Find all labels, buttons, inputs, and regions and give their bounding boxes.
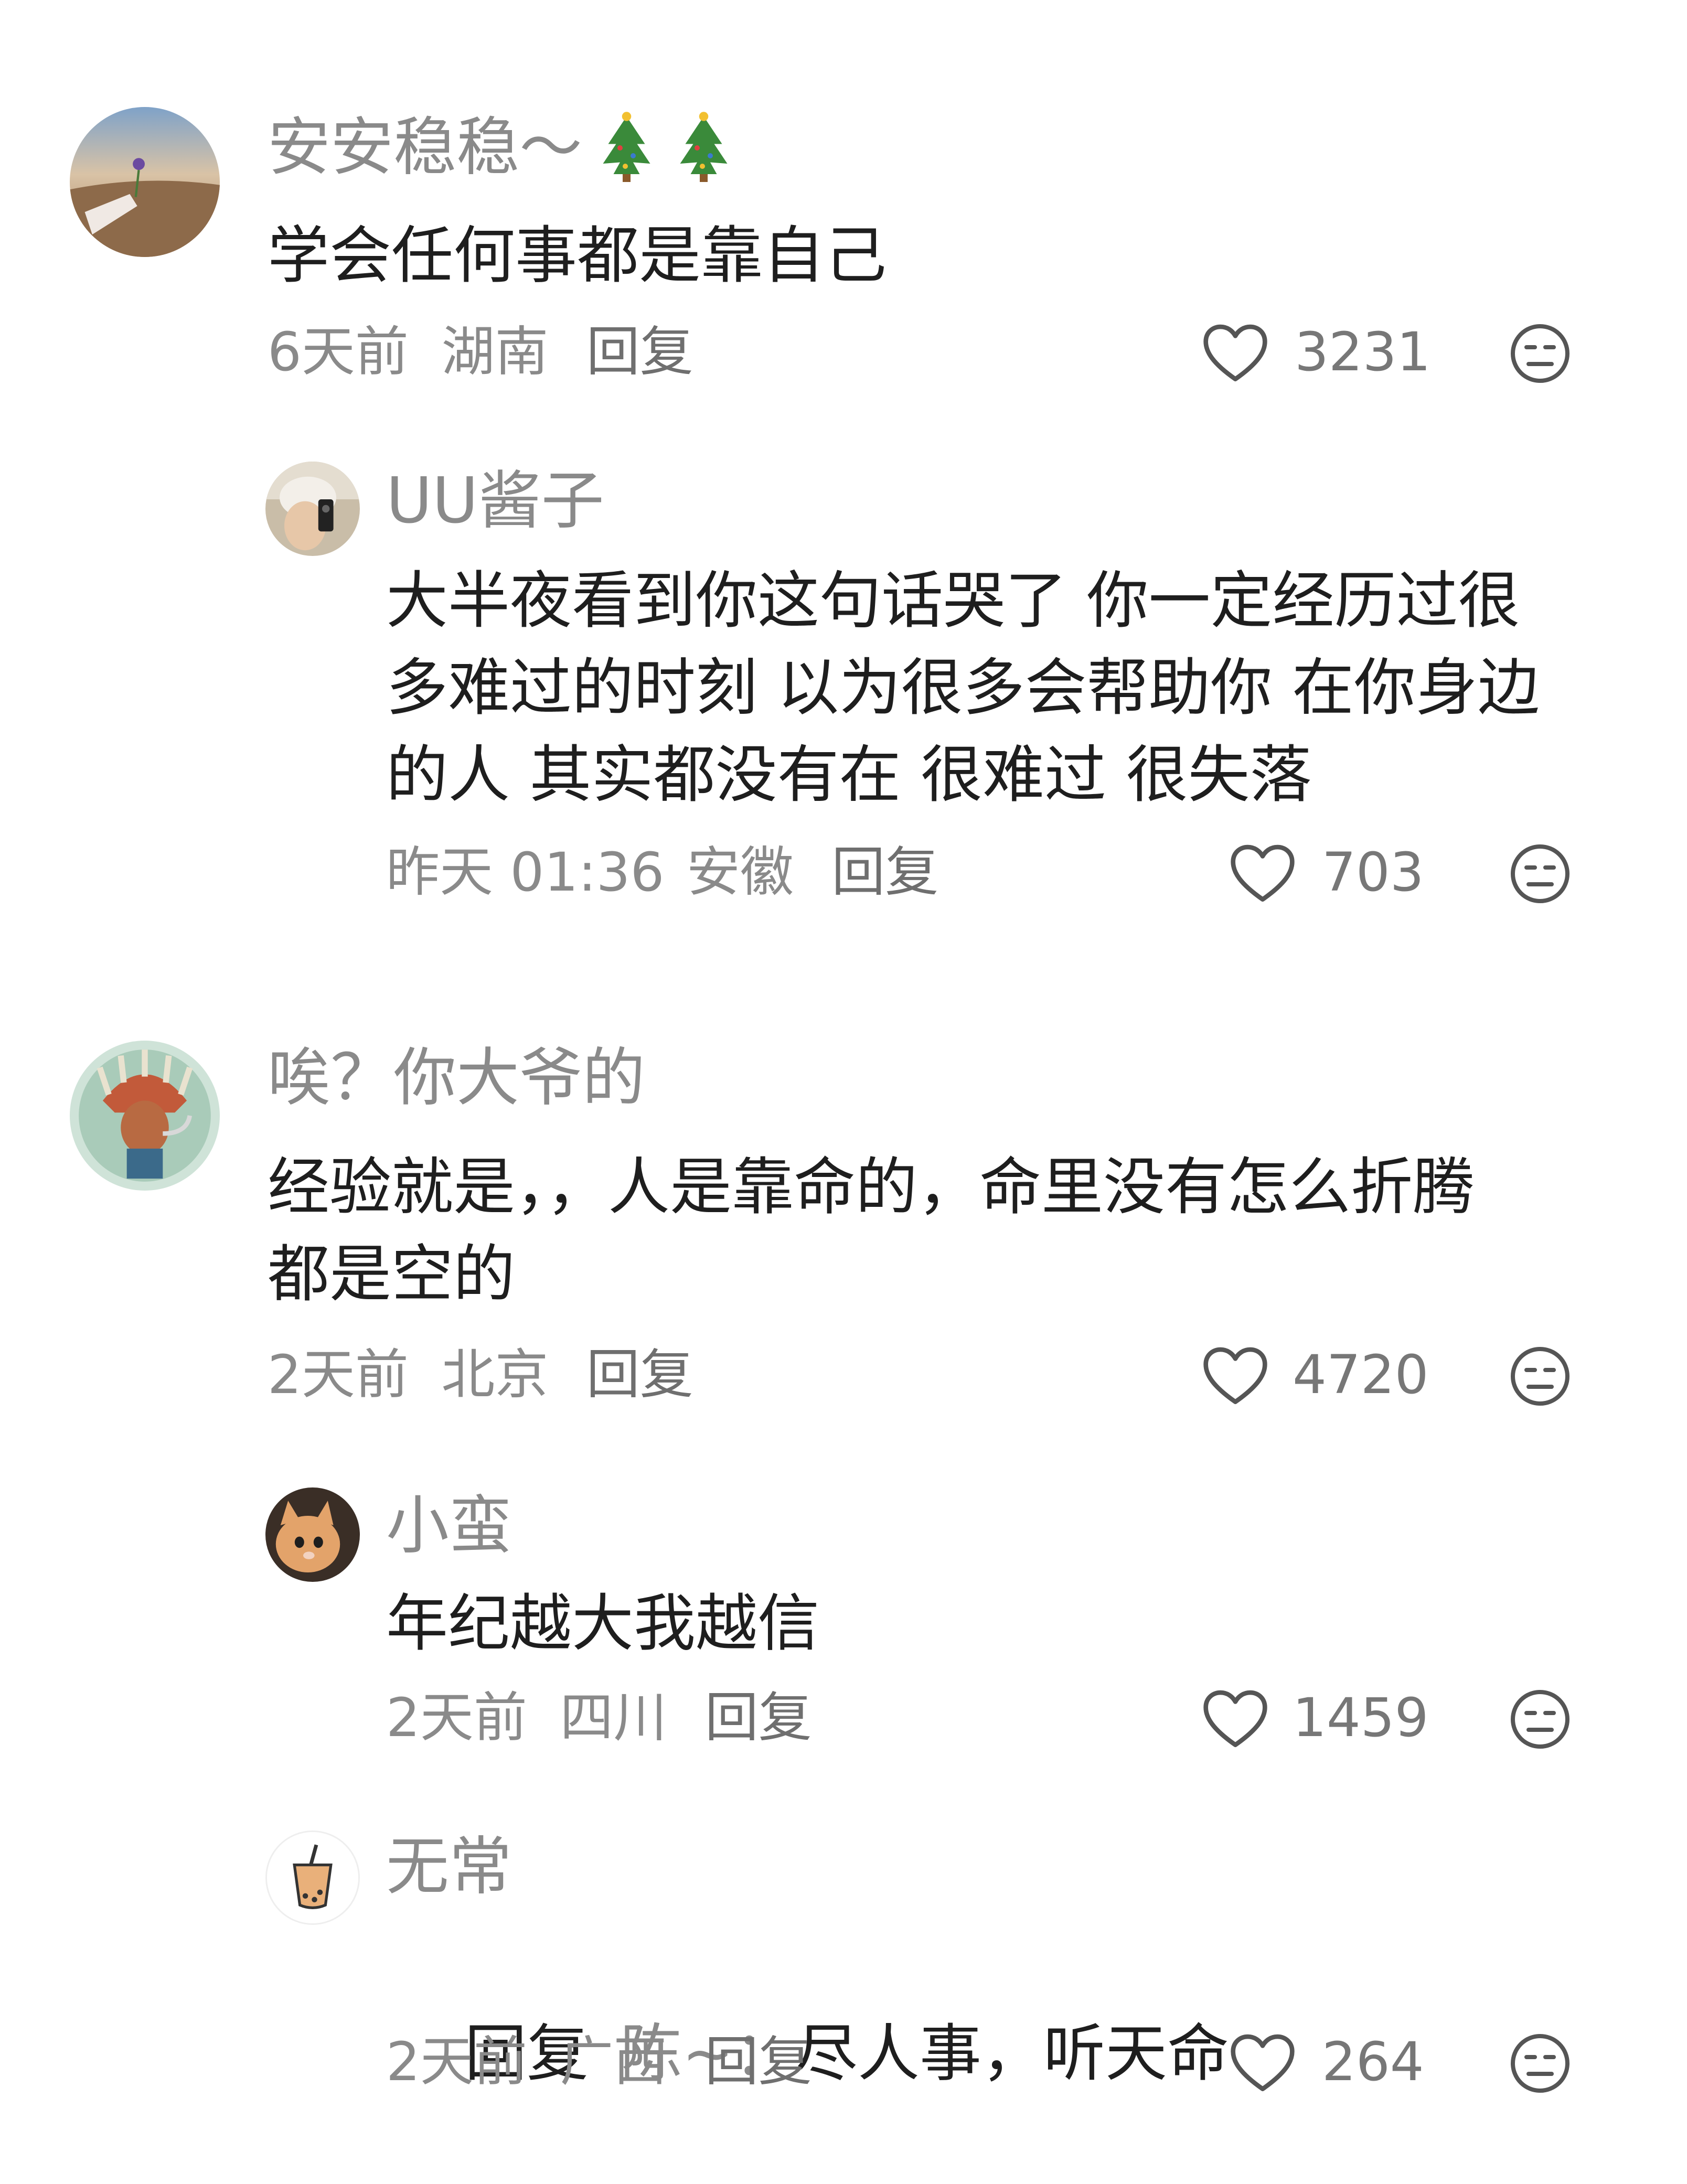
like-count: 1459 (1293, 1687, 1429, 1749)
comment-time: 2天前 (386, 2031, 527, 2093)
reply-button[interactable]: 回复 (586, 1344, 693, 1406)
comment-location: 安徽 (686, 841, 794, 904)
avatar[interactable] (70, 107, 220, 257)
comment-location: 湖南 (441, 321, 549, 383)
comment-time: 2天前 (268, 1344, 409, 1406)
christmas-tree-icon (594, 111, 659, 185)
comment-meta: 2天前 四川 回复 (386, 1687, 812, 1750)
christmas-tree-icon (671, 111, 736, 185)
comment-text-content: 尽人事，听天命 (795, 2017, 1229, 2090)
comment-meta: 昨天 01:36 安徽 回复 (386, 841, 938, 904)
comment-time: 6天前 (268, 321, 409, 383)
like-count: 3231 (1295, 321, 1431, 383)
reply-button[interactable]: 回复 (705, 2031, 812, 2093)
comment-location: 四川 (560, 1687, 667, 1749)
comment-location: 北京 (441, 1344, 549, 1406)
neutral-face-icon[interactable] (1509, 322, 1572, 385)
neutral-face-icon[interactable] (1509, 1688, 1572, 1751)
heart-outline-icon[interactable] (1229, 2032, 1297, 2095)
comment-location: 广西 (560, 2031, 667, 2093)
like-count: 703 (1322, 841, 1424, 904)
neutral-face-icon[interactable] (1509, 1345, 1572, 1408)
username-text: 安安稳稳～ (268, 111, 582, 184)
avatar-image (265, 462, 360, 556)
boba-tea-icon (267, 1832, 358, 1923)
avatar[interactable] (265, 1830, 360, 1925)
comment-time: 昨天 01:36 (386, 841, 665, 904)
avatar-image (70, 107, 220, 257)
username[interactable]: 小蛮 (386, 1490, 512, 1563)
comment-text: 年纪越大我越信 (386, 1587, 820, 1660)
reply-button[interactable]: 回复 (705, 1687, 812, 1749)
avatar[interactable] (265, 462, 360, 556)
heart-outline-icon[interactable] (1201, 322, 1269, 385)
comment-text: 学会任何事都是靠自己 (268, 219, 887, 292)
comment-meta: 2天前 北京 回复 (268, 1344, 693, 1407)
avatar[interactable] (265, 1487, 360, 1582)
neutral-face-icon[interactable] (1509, 2032, 1572, 2095)
username[interactable]: 安安稳稳～ (268, 111, 736, 185)
username[interactable]: 无常 (386, 1830, 512, 1904)
heart-outline-icon[interactable] (1201, 1345, 1269, 1408)
like-count: 264 (1322, 2031, 1424, 2093)
neutral-face-icon[interactable] (1509, 842, 1572, 905)
reply-button[interactable]: 回复 (586, 321, 693, 383)
username[interactable]: UU酱子 (386, 465, 604, 538)
avatar[interactable] (70, 1041, 220, 1191)
comment-time: 2天前 (386, 1687, 527, 1749)
comment-meta: 6天前 湖南 回复 (268, 321, 693, 384)
comment-meta: 2天前 广西 回复 (386, 2031, 812, 2094)
avatar-image (70, 1041, 220, 1191)
like-count: 4720 (1293, 1344, 1429, 1406)
reply-button[interactable]: 回复 (831, 841, 938, 904)
heart-outline-icon[interactable] (1201, 1688, 1269, 1751)
avatar-image (265, 1487, 360, 1582)
comment-text: 经验就是，，人是靠命的，命里没有怎么折腾 都是空的 (268, 1151, 1475, 1310)
comment-text: 大半夜看到你这句话哭了 你一定经历过很 多难过的时刻 以为很多会帮助你 在你身边… (386, 564, 1540, 811)
username[interactable]: 唉？你大爷的 (268, 1042, 645, 1115)
heart-outline-icon[interactable] (1229, 842, 1297, 905)
